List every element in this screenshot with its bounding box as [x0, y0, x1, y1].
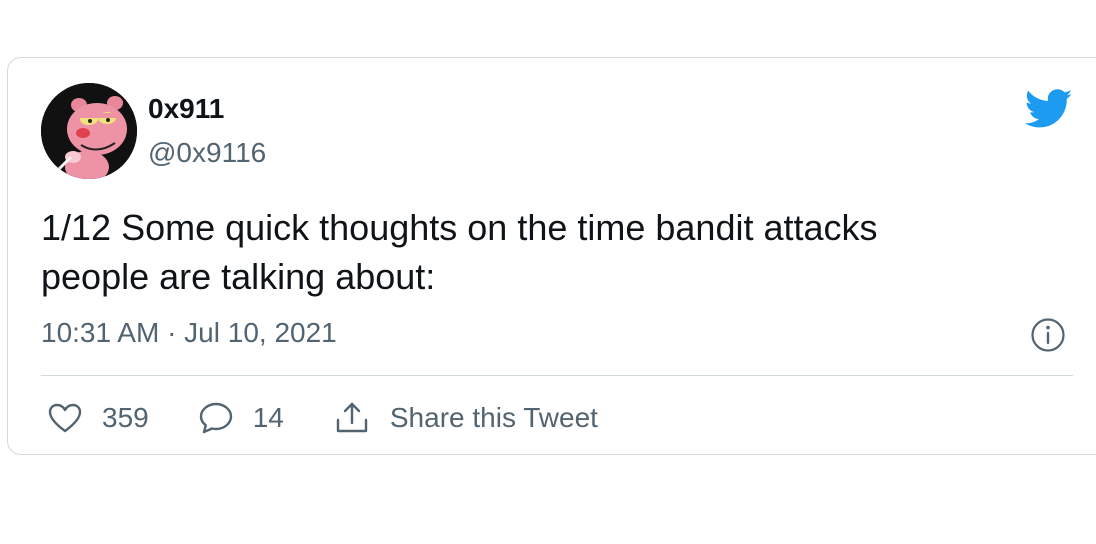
twitter-bird-icon[interactable]: [1025, 89, 1073, 129]
avatar[interactable]: [41, 83, 137, 179]
heart-icon: [48, 403, 82, 433]
share-upload-icon: [336, 402, 368, 433]
pink-panther-avatar-icon: [41, 83, 137, 179]
tweet-actions: 359 14 Share this Tweet: [48, 398, 648, 438]
share-button[interactable]: Share this Tweet: [334, 401, 598, 435]
like-count: 359: [102, 402, 149, 433]
info-icon[interactable]: [1030, 317, 1066, 353]
speech-bubble-icon: [199, 402, 232, 434]
tweet-card[interactable]: 0x911 @0x9116 1/12 Some quick thoughts o…: [7, 57, 1096, 455]
timestamp[interactable]: 10:31 AM · Jul 10, 2021: [41, 317, 337, 349]
like-button[interactable]: 359: [48, 402, 149, 434]
reply-button[interactable]: 14: [199, 402, 284, 434]
reply-count: 14: [252, 402, 284, 433]
display-name[interactable]: 0x911: [148, 93, 224, 125]
share-label: Share this Tweet: [389, 402, 598, 433]
handle[interactable]: @0x9116: [148, 137, 266, 169]
divider: [41, 375, 1073, 376]
tweet-text: 1/12 Some quick thoughts on the time ban…: [41, 207, 878, 297]
